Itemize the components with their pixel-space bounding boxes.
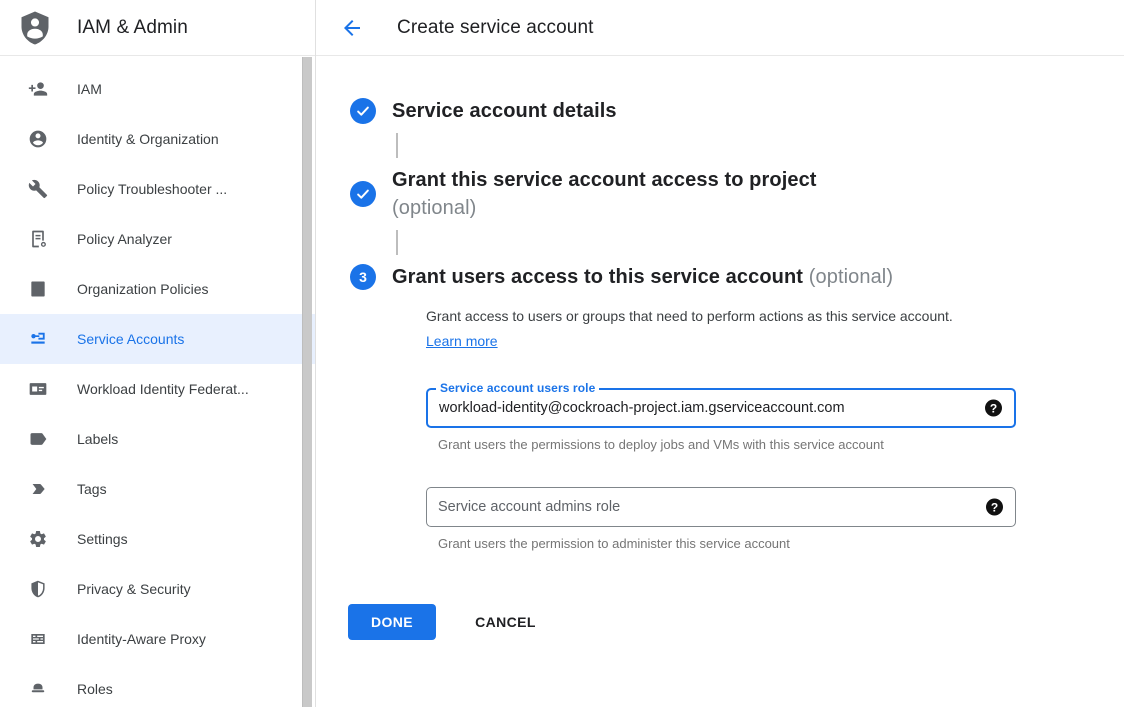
help-icon[interactable]: ? xyxy=(986,499,1003,516)
sidebar-scrollbar[interactable] xyxy=(302,57,312,707)
step-number-badge: 3 xyxy=(350,264,376,290)
sidebar-item-label: Policy Troubleshooter ... xyxy=(77,181,227,197)
sidebar-item-policy-analyzer[interactable]: Policy Analyzer xyxy=(0,214,315,264)
step-connector xyxy=(396,133,398,158)
sidebar-item-settings[interactable]: Settings xyxy=(0,514,315,564)
help-icon[interactable]: ? xyxy=(985,400,1002,417)
sidebar-item-label: Roles xyxy=(77,681,113,697)
iam-shield-person-icon xyxy=(17,8,53,48)
sidebar-item-label: Privacy & Security xyxy=(77,581,191,597)
service-account-users-role-field: Service account users role ? xyxy=(426,388,1016,428)
step-2-grant-access-to-project[interactable]: Grant this service account access to pro… xyxy=(350,166,1084,222)
sidebar-item-roles[interactable]: Roles xyxy=(0,664,315,707)
sidebar-item-label: Organization Policies xyxy=(77,281,209,297)
step-title: Service account details xyxy=(392,97,617,125)
sidebar-item-label: Policy Analyzer xyxy=(77,231,172,247)
product-title: IAM & Admin xyxy=(77,17,188,39)
sidebar-item-service-accounts[interactable]: Service Accounts xyxy=(0,314,315,364)
badge-card-icon xyxy=(28,379,48,399)
service-account-users-role-input[interactable] xyxy=(428,390,1014,426)
document-lines-icon xyxy=(28,279,48,299)
sidebar-header: IAM & Admin xyxy=(0,0,315,56)
done-button[interactable]: DONE xyxy=(348,604,436,640)
proxy-grid-icon xyxy=(28,629,48,649)
shield-icon xyxy=(28,579,48,599)
wizard-content: Service account details Grant this servi… xyxy=(316,56,1124,640)
person-add-icon xyxy=(28,79,48,99)
step-description: Grant access to users or groups that nee… xyxy=(426,304,984,354)
sidebar-item-identity-organization[interactable]: Identity & Organization xyxy=(0,114,315,164)
check-circle-icon xyxy=(350,181,376,207)
step-number: 3 xyxy=(359,269,367,285)
app-window: IAM & Admin IAM Identity & Organization … xyxy=(0,0,1124,707)
sidebar-item-label: Labels xyxy=(77,431,118,447)
step-title: Grant users access to this service accou… xyxy=(392,263,893,291)
step-title: Grant this service account access to pro… xyxy=(392,166,817,194)
sidebar-item-label: Settings xyxy=(77,531,128,547)
sidebar-item-organization-policies[interactable]: Organization Policies xyxy=(0,264,315,314)
field-floating-label: Service account users role xyxy=(436,381,599,395)
step-3-grant-users-access: 3 Grant users access to this service acc… xyxy=(350,263,1084,291)
service-account-admins-role-field: ? xyxy=(426,487,1016,527)
label-tag-icon xyxy=(28,429,48,449)
sidebar-nav: IAM Identity & Organization Policy Troub… xyxy=(0,56,315,707)
service-account-key-icon xyxy=(28,329,48,349)
field-helper-text: Grant users the permissions to deploy jo… xyxy=(438,437,1084,452)
roles-hat-icon xyxy=(28,679,48,699)
sidebar-item-label: Tags xyxy=(77,481,107,497)
sidebar-item-iam[interactable]: IAM xyxy=(0,64,315,114)
step-3-body: Grant access to users or groups that nee… xyxy=(426,304,1084,551)
step-optional-label: (optional) xyxy=(392,194,817,222)
check-circle-icon xyxy=(350,98,376,124)
identity-person-circle-icon xyxy=(28,129,48,149)
sidebar-item-label: Service Accounts xyxy=(77,331,184,347)
gear-icon xyxy=(28,529,48,549)
sidebar-item-policy-troubleshooter[interactable]: Policy Troubleshooter ... xyxy=(0,164,315,214)
sidebar-item-tags[interactable]: Tags xyxy=(0,464,315,514)
learn-more-link[interactable]: Learn more xyxy=(426,333,498,349)
sidebar-item-label: Identity-Aware Proxy xyxy=(77,631,206,647)
step-1-service-account-details[interactable]: Service account details xyxy=(350,97,1084,125)
action-buttons: DONE CANCEL xyxy=(348,604,1084,640)
service-account-admins-role-input[interactable] xyxy=(427,488,1015,526)
page-header: Create service account xyxy=(316,0,1124,56)
sidebar-item-workload-identity-federation[interactable]: Workload Identity Federat... xyxy=(0,364,315,414)
wrench-icon xyxy=(28,179,48,199)
field-helper-text: Grant users the permission to administer… xyxy=(438,536,1084,551)
sidebar-item-label: Identity & Organization xyxy=(77,131,219,147)
sidebar: IAM & Admin IAM Identity & Organization … xyxy=(0,0,316,707)
step-optional-label: (optional) xyxy=(809,266,893,288)
sidebar-item-label: IAM xyxy=(77,81,102,97)
sidebar-item-privacy-security[interactable]: Privacy & Security xyxy=(0,564,315,614)
sidebar-item-identity-aware-proxy[interactable]: Identity-Aware Proxy xyxy=(0,614,315,664)
sidebar-item-labels[interactable]: Labels xyxy=(0,414,315,464)
document-gear-icon xyxy=(28,229,48,249)
main-panel: Create service account Service account d… xyxy=(316,0,1124,707)
step-connector xyxy=(396,230,398,255)
page-title: Create service account xyxy=(397,17,594,39)
cancel-button[interactable]: CANCEL xyxy=(467,604,544,640)
sidebar-item-label: Workload Identity Federat... xyxy=(77,381,249,397)
arrow-back-icon[interactable] xyxy=(340,16,364,40)
tag-arrow-icon xyxy=(28,479,48,499)
